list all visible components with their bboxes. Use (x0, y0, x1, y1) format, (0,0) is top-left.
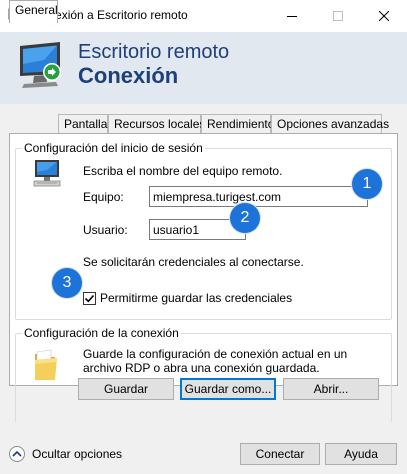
login-settings-legend: Configuración del inicio de sesión (22, 141, 205, 155)
connection-description: Guarde la configuración de conexión actu… (83, 347, 348, 375)
help-button[interactable]: Ayuda (325, 443, 397, 465)
open-button[interactable]: Abrir... (283, 378, 379, 400)
callout-badge-3: 3 (52, 268, 82, 298)
tab-general-label: General (15, 3, 58, 17)
minimize-button[interactable] (269, 0, 315, 32)
chevron-up-icon (12, 450, 22, 457)
tab-general[interactable]: General (9, 0, 58, 23)
tab-opciones-avanzadas-label: Opciones avanzadas (277, 117, 390, 131)
save-credentials-checkbox[interactable] (83, 292, 96, 305)
login-instruction: Escriba el nombre del equipo remoto. (83, 164, 283, 178)
close-icon (379, 11, 389, 21)
minimize-icon (287, 16, 297, 17)
tab-recursos-locales[interactable]: Recursos locales (108, 114, 205, 134)
header-banner: Escritorio remoto Conexión (0, 32, 407, 104)
remote-desktop-monitor-icon (20, 42, 61, 88)
connect-button[interactable]: Conectar (240, 443, 320, 465)
save-as-button[interactable]: Guardar como... (180, 378, 276, 400)
tab-rendimiento[interactable]: Rendimiento (201, 114, 275, 134)
folder-icon (35, 349, 57, 381)
computer-label: Equipo: (83, 190, 124, 204)
title-bar: Conexión a Escritorio remoto (0, 0, 407, 32)
user-label: Usuario: (83, 223, 128, 237)
tab-recursos-locales-label: Recursos locales (114, 117, 206, 131)
computer-icon (33, 160, 61, 187)
general-tab-panel: Configuración del inicio de sesión Escri… (9, 133, 398, 423)
banner-subtitle: Conexión (78, 63, 179, 88)
callout-badge-2: 2 (230, 203, 260, 233)
save-credentials-label[interactable]: Permitirme guardar las credenciales (100, 291, 292, 305)
close-button[interactable] (361, 0, 407, 32)
computer-input[interactable] (149, 186, 368, 207)
tab-pantalla[interactable]: Pantalla (58, 114, 108, 134)
connection-settings-legend: Configuración de la conexión (22, 326, 181, 340)
maximize-icon (333, 11, 343, 21)
tab-opciones-avanzadas[interactable]: Opciones avanzadas (271, 114, 389, 134)
banner-title: Escritorio remoto (78, 41, 230, 63)
save-button[interactable]: Guardar (78, 378, 174, 400)
credentials-note: Se solicitarán credenciales al conectars… (83, 255, 304, 269)
tab-rendimiento-label: Rendimiento (207, 117, 275, 131)
hide-options-toggle[interactable] (9, 446, 25, 462)
checkmark-icon (84, 294, 95, 303)
callout-badge-1: 1 (352, 169, 382, 199)
hide-options-label[interactable]: Ocultar opciones (32, 447, 122, 461)
maximize-button[interactable] (315, 0, 361, 32)
tab-pantalla-label: Pantalla (64, 117, 108, 131)
